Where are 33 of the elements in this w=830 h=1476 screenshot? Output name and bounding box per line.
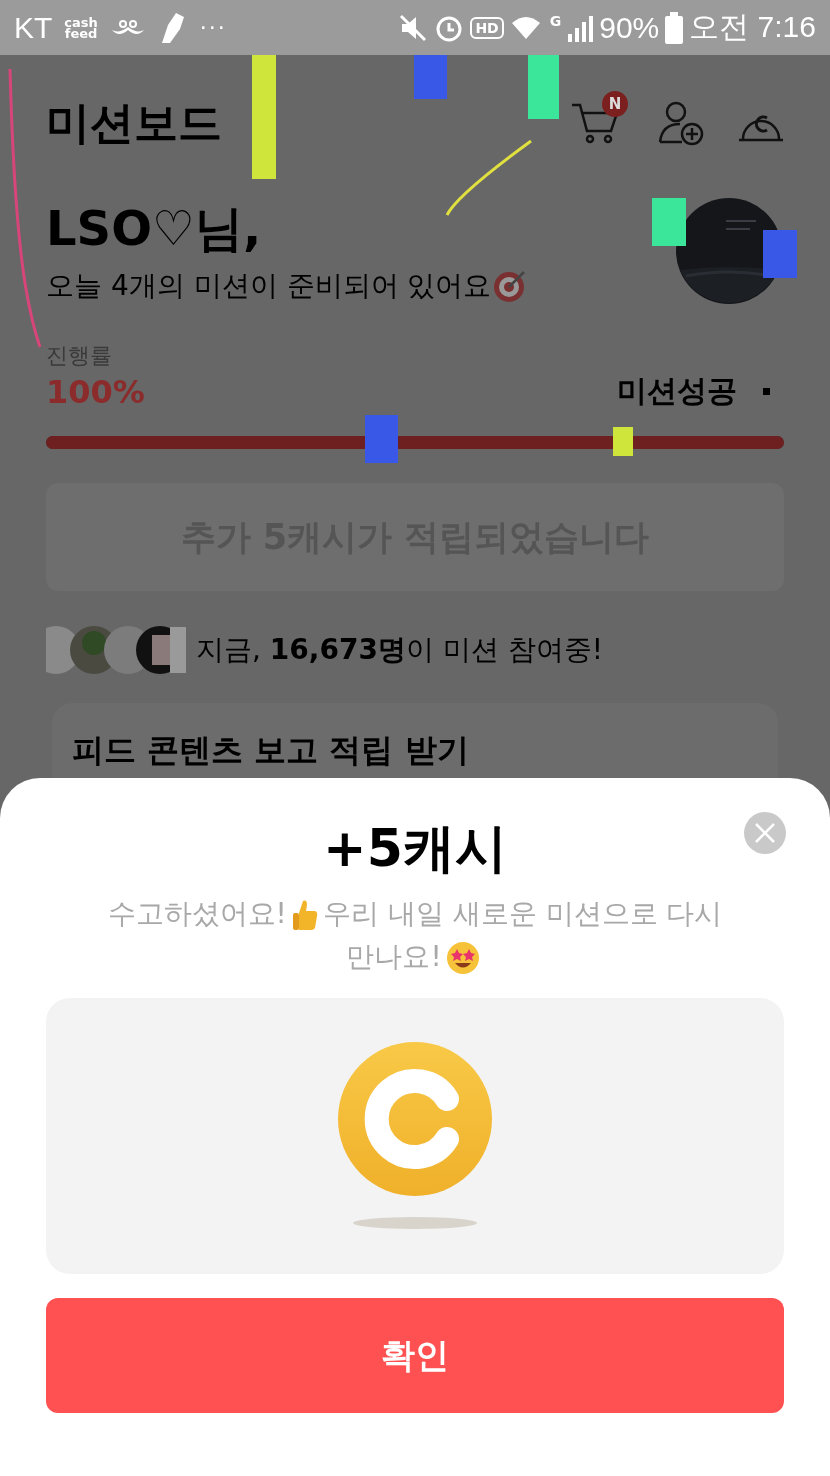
confetti-piece bbox=[613, 427, 633, 456]
battery-icon bbox=[665, 11, 684, 44]
progress-percent: 100% bbox=[46, 372, 146, 411]
confetti-piece bbox=[763, 230, 797, 278]
page-title: 미션보드 bbox=[46, 95, 222, 150]
mission-status: 미션성공 bbox=[617, 372, 737, 410]
more-indicator: ··· bbox=[199, 15, 227, 40]
target-icon bbox=[493, 269, 528, 303]
mission-count-text: 오늘 4개의 미션이 준비되어 있어요 bbox=[46, 268, 492, 304]
greeting-name: LSO♡님, bbox=[46, 199, 263, 258]
confetti-piece bbox=[652, 198, 686, 246]
app-logo: cash feed bbox=[64, 16, 98, 39]
card-title: 피드 콘텐츠 보고 적립 받기 bbox=[72, 731, 469, 769]
battery-percent: 90% bbox=[599, 10, 660, 45]
add-friend-icon[interactable] bbox=[658, 100, 704, 146]
new-badge: N bbox=[602, 91, 628, 117]
hd-label: HD bbox=[470, 16, 504, 39]
confirm-button[interactable]: 확인 bbox=[46, 1298, 784, 1413]
star-eyes-icon bbox=[445, 941, 480, 975]
confetti-piece bbox=[365, 415, 398, 463]
signal-icon bbox=[567, 13, 594, 42]
network-label: G bbox=[549, 13, 562, 29]
confetti-piece bbox=[414, 55, 447, 99]
coin-icon bbox=[335, 1041, 495, 1231]
carrier-label: KT bbox=[14, 10, 53, 45]
message-text: 만나요! bbox=[346, 940, 442, 973]
mute-icon bbox=[398, 12, 429, 43]
participants-text: 지금, 16,673명이 미션 참여중! bbox=[196, 632, 603, 668]
confetti-piece bbox=[528, 55, 559, 119]
message-text: 수고하셨어요! bbox=[107, 897, 287, 930]
message-text: 우리 내일 새로운 미션으로 다시 bbox=[322, 897, 723, 930]
thumbs-up-icon bbox=[290, 899, 319, 931]
clock: 오전 7:16 bbox=[689, 9, 816, 45]
